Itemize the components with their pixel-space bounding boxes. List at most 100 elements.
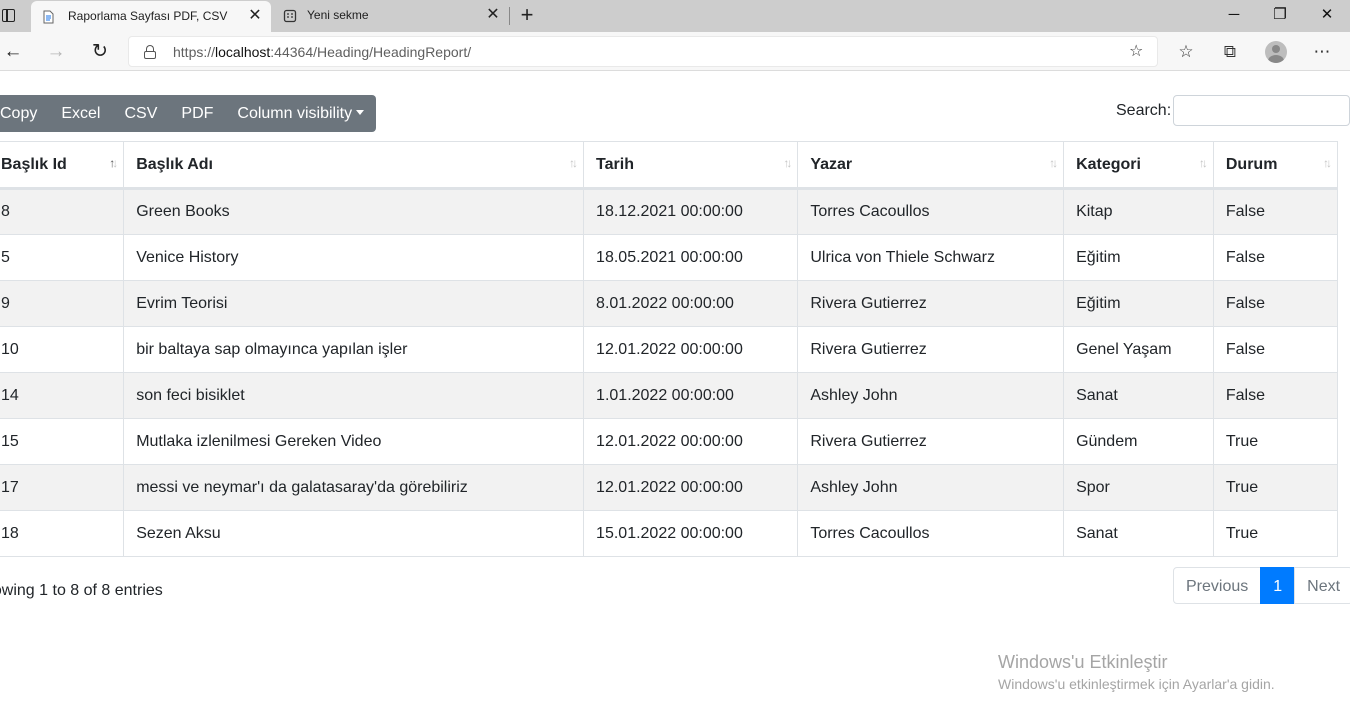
column-header-author[interactable]: Yazar ↑↓ bbox=[797, 141, 1065, 190]
table-cell: 8.01.2022 00:00:00 bbox=[583, 280, 799, 327]
previous-page-button[interactable]: Previous bbox=[1173, 567, 1262, 604]
url-text[interactable]: https://localhost:44364/Heading/HeadingR… bbox=[173, 44, 471, 60]
profile-avatar[interactable] bbox=[1265, 41, 1287, 63]
table-cell: Torres Cacoullos bbox=[797, 510, 1065, 557]
more-options-icon[interactable]: ⋯ bbox=[1311, 41, 1333, 63]
copy-button[interactable]: Copy bbox=[0, 95, 49, 132]
close-window-icon[interactable]: ✕ bbox=[1315, 4, 1339, 28]
table-cell: 12.01.2022 00:00:00 bbox=[583, 464, 799, 511]
table-cell: Sanat bbox=[1063, 510, 1214, 557]
add-favorite-icon[interactable]: ☆ bbox=[1129, 43, 1147, 61]
table-cell: Gündem bbox=[1063, 418, 1214, 465]
sort-icon: ↑↓ bbox=[783, 156, 792, 170]
page-1-button[interactable]: 1 bbox=[1260, 567, 1296, 604]
lock-icon[interactable] bbox=[144, 45, 156, 59]
table-cell: False bbox=[1212, 188, 1339, 235]
table-cell: Sanat bbox=[1063, 372, 1214, 419]
table-cell: 14 bbox=[0, 372, 125, 419]
column-visibility-button[interactable]: Column visibility bbox=[225, 95, 376, 132]
address-bar[interactable]: https://localhost:44364/Heading/HeadingR… bbox=[128, 36, 1158, 67]
report-table: Başlık Id ↑↓ Başlık Adı ↑↓ Tarih ↑↓ Yazar ↑↓… bbox=[0, 141, 1339, 557]
search-input[interactable] bbox=[1173, 95, 1350, 126]
table-cell: Eğitim bbox=[1063, 280, 1214, 327]
collections-icon[interactable]: ⧉ bbox=[1219, 41, 1241, 63]
table-cell: Rivera Gutierrez bbox=[797, 326, 1065, 373]
table-cell: Sezen Aksu bbox=[123, 510, 585, 557]
watermark-title: Windows'u Etkinleştir bbox=[998, 652, 1168, 672]
table-cell: Ulrica von Thiele Schwarz bbox=[797, 234, 1065, 281]
back-icon[interactable]: ← bbox=[0, 39, 26, 65]
column-header-date[interactable]: Tarih ↑↓ bbox=[583, 141, 799, 190]
excel-button[interactable]: Excel bbox=[49, 95, 112, 132]
table-row[interactable]: 18 Sezen Aksu 15.01.2022 00:00:00 Torres Ca… bbox=[0, 510, 1339, 557]
sort-icon: ↑↓ bbox=[1323, 156, 1332, 170]
search-label: Search: bbox=[1116, 102, 1172, 119]
close-tab-icon[interactable]: ✕ bbox=[247, 8, 263, 24]
tab-separator bbox=[509, 7, 510, 25]
table-row[interactable]: 15 Mutlaka izlenilmesi Gereken Video 12.01… bbox=[0, 418, 1339, 465]
table-cell: Green Books bbox=[123, 188, 585, 235]
table-cell: 10 bbox=[0, 326, 125, 373]
csv-button[interactable]: CSV bbox=[112, 95, 169, 132]
table-cell: messi ve neymar'ı da galatasaray'da göre… bbox=[123, 464, 585, 511]
pagination: Previous 1 Next bbox=[1173, 567, 1350, 604]
caret-down-icon bbox=[356, 110, 365, 115]
table-cell: 18.12.2021 00:00:00 bbox=[583, 188, 799, 235]
tab-title: Raporlama Sayfası PDF, CSV bbox=[68, 9, 228, 23]
table-cell: 15.01.2022 00:00:00 bbox=[583, 510, 799, 557]
favorites-icon[interactable]: ☆ bbox=[1175, 41, 1197, 63]
tab-actions-icon[interactable] bbox=[0, 6, 18, 26]
next-page-button[interactable]: Next bbox=[1294, 567, 1350, 604]
table-cell: 17 bbox=[0, 464, 125, 511]
table-cell: 8 bbox=[0, 188, 125, 235]
browser-tab-active[interactable]: Raporlama Sayfası PDF, CSV ✕ bbox=[31, 1, 271, 32]
restore-icon[interactable]: ❐ bbox=[1268, 4, 1292, 28]
minimize-icon[interactable]: ─ bbox=[1222, 4, 1246, 28]
table-cell: False bbox=[1212, 372, 1339, 419]
windows-activation-watermark: Windows'u Etkinleştir Windows'u etkinleş… bbox=[998, 652, 1275, 692]
table-cell: Ashley John bbox=[797, 464, 1065, 511]
table-cell: Eğitim bbox=[1063, 234, 1214, 281]
export-button-group: Copy Excel CSV PDF Column visibility bbox=[0, 95, 377, 132]
table-cell: Rivera Gutierrez bbox=[797, 418, 1065, 465]
browser-tab-inactive[interactable]: Yeni sekme ✕ bbox=[273, 0, 509, 32]
table-cell: 9 bbox=[0, 280, 125, 327]
table-row[interactable]: 9 Evrim Teorisi 8.01.2022 00:00:00 Rivera G… bbox=[0, 280, 1339, 327]
table-body: 8 Green Books 18.12.2021 00:00:00 Torres Ca… bbox=[0, 188, 1339, 557]
table-cell: 1.01.2022 00:00:00 bbox=[583, 372, 799, 419]
new-tab-icon[interactable]: + bbox=[517, 4, 537, 26]
sort-ascending-icon: ↑↓ bbox=[109, 156, 118, 170]
column-header-id[interactable]: Başlık Id ↑↓ bbox=[0, 141, 125, 190]
sort-icon: ↑↓ bbox=[569, 156, 578, 170]
browser-toolbar: ← → ↻ https://localhost:44364/Heading/He… bbox=[0, 32, 1350, 71]
table-cell: True bbox=[1212, 510, 1339, 557]
table-cell: 12.01.2022 00:00:00 bbox=[583, 418, 799, 465]
tab-title: Yeni sekme bbox=[307, 8, 369, 22]
column-header-status[interactable]: Durum ↑↓ bbox=[1212, 141, 1339, 190]
entries-info: howing 1 to 8 of 8 entries bbox=[0, 582, 163, 599]
refresh-icon[interactable]: ↻ bbox=[87, 39, 113, 65]
table-row[interactable]: 8 Green Books 18.12.2021 00:00:00 Torres Ca… bbox=[0, 188, 1339, 235]
table-row[interactable]: 17 messi ve neymar'ı da galatasaray'da gö… bbox=[0, 464, 1339, 511]
table-cell: Mutlaka izlenilmesi Gereken Video bbox=[123, 418, 585, 465]
table-row[interactable]: 14 son feci bisiklet 1.01.2022 00:00:00 Ash… bbox=[0, 372, 1339, 419]
column-header-title[interactable]: Başlık Adı ↑↓ bbox=[123, 141, 585, 190]
new-tab-page-icon bbox=[283, 9, 297, 23]
table-cell: 5 bbox=[0, 234, 125, 281]
table-cell: False bbox=[1212, 280, 1339, 327]
table-cell: 18.05.2021 00:00:00 bbox=[583, 234, 799, 281]
table-header-row: Başlık Id ↑↓ Başlık Adı ↑↓ Tarih ↑↓ Yazar ↑↓… bbox=[0, 141, 1339, 190]
browser-tab-strip: Raporlama Sayfası PDF, CSV ✕ Yeni sekme … bbox=[0, 0, 1350, 32]
table-cell: 18 bbox=[0, 510, 125, 557]
table-cell: 12.01.2022 00:00:00 bbox=[583, 326, 799, 373]
table-row[interactable]: 10 bir baltaya sap olmayınca yapılan işle… bbox=[0, 326, 1339, 373]
table-cell: Spor bbox=[1063, 464, 1214, 511]
close-tab-icon[interactable]: ✕ bbox=[485, 7, 501, 23]
pdf-button[interactable]: PDF bbox=[169, 95, 225, 132]
forward-icon[interactable]: → bbox=[43, 39, 69, 65]
table-cell: True bbox=[1212, 418, 1339, 465]
table-cell: False bbox=[1212, 326, 1339, 373]
sort-icon: ↑↓ bbox=[1198, 156, 1208, 170]
column-header-category[interactable]: Kategori ↑↓ bbox=[1063, 141, 1214, 190]
table-row[interactable]: 5 Venice History 18.05.2021 00:00:00 Ulrica… bbox=[0, 234, 1339, 281]
